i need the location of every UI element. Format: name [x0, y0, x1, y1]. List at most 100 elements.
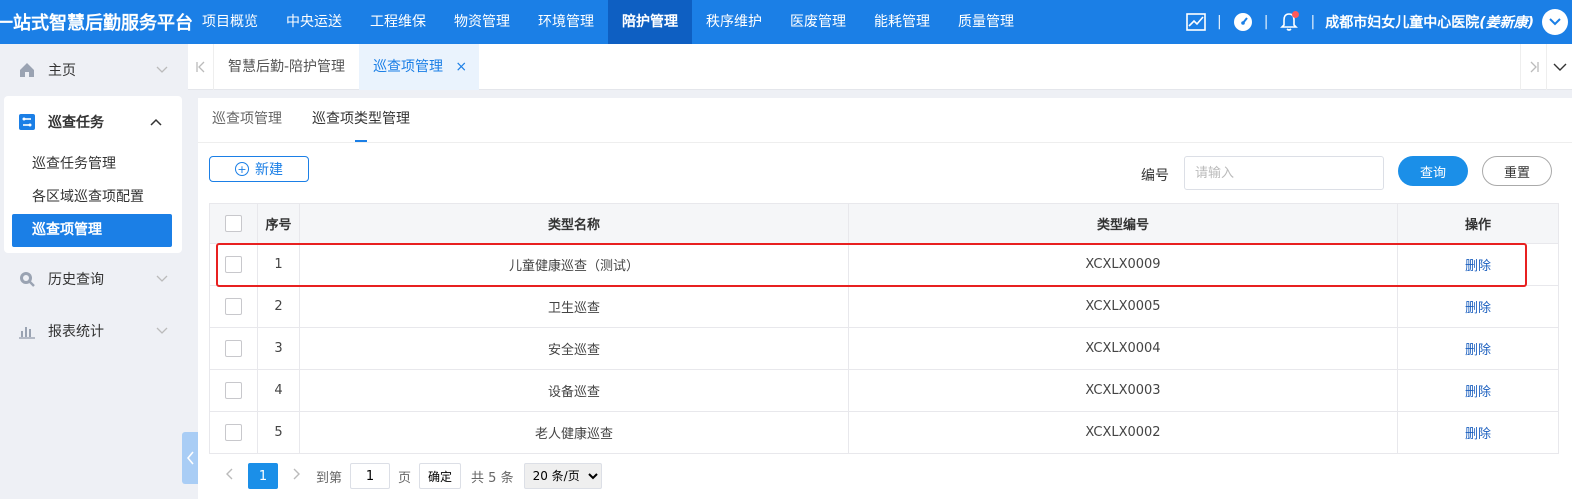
delete-link[interactable]: 删除 — [1465, 259, 1491, 274]
hospital-user-label[interactable]: 成都市妇女儿童中心医院(姜新康) — [1325, 12, 1534, 32]
sidebar-item-patrol-tasks[interactable]: 巡查任务 — [4, 96, 182, 148]
type-table: 序号 类型名称 类型编号 操作 1 儿童健康巡查（测试） XCXLX0009 删… — [209, 203, 1559, 454]
nav-item-overview[interactable]: 项目概览 — [188, 0, 272, 44]
row-type-code: XCXLX0005 — [848, 285, 1398, 328]
nav-item-environment[interactable]: 环境管理 — [524, 0, 608, 44]
row-type-name: 卫生巡查 — [299, 285, 849, 328]
dashboard-icon[interactable] — [1232, 11, 1254, 33]
goto-page-input[interactable] — [350, 463, 391, 489]
delete-link[interactable]: 删除 — [1465, 385, 1491, 400]
pagination: 1 到第 页 确定 共 5 条 20 条/页 — [220, 463, 602, 489]
row-type-code: XCXLX0003 — [848, 369, 1398, 412]
chevron-left-icon — [186, 451, 194, 465]
tab-patrol-item-management[interactable]: 巡查项管理 × — [359, 43, 480, 90]
delete-link[interactable]: 删除 — [1465, 301, 1491, 316]
code-filter-input[interactable] — [1184, 156, 1384, 190]
sidebar-item-history[interactable]: 历史查询 — [0, 253, 188, 305]
delete-link[interactable]: 删除 — [1465, 343, 1491, 358]
table-row: 4 设备巡查 XCXLX0003 删除 — [209, 369, 1559, 412]
separator: | — [1310, 14, 1316, 30]
row-checkbox[interactable] — [225, 382, 242, 399]
goto-confirm-button[interactable]: 确定 — [419, 463, 462, 489]
header-type-name: 类型名称 — [299, 203, 849, 244]
row-checkbox[interactable] — [225, 340, 242, 357]
chevron-down-icon — [156, 327, 168, 334]
sidebar-item-label: 报表统计 — [48, 324, 104, 340]
new-button-label: 新建 — [255, 162, 283, 178]
sidebar-collapse-handle[interactable] — [182, 432, 199, 484]
header-actions: 操作 — [1397, 203, 1559, 244]
sidebar-item-home[interactable]: 主页 — [0, 44, 188, 96]
row-checkbox[interactable] — [225, 424, 242, 441]
nav-item-materials[interactable]: 物资管理 — [440, 0, 524, 44]
user-menu-chevron-icon[interactable] — [1542, 9, 1568, 35]
nav-item-maintenance[interactable]: 工程维保 — [356, 0, 440, 44]
code-filter-label: 编号 — [1141, 168, 1169, 184]
page-size-select[interactable]: 20 条/页 — [523, 463, 602, 489]
chevron-up-icon — [150, 118, 162, 126]
tab-label: 巡查项管理 — [373, 58, 444, 75]
row-select-cell — [209, 369, 258, 412]
new-button[interactable]: + 新建 — [209, 156, 309, 182]
nav-item-escort[interactable]: 陪护管理 — [608, 0, 692, 44]
patrol-submenu: 巡查任务管理 各区域巡查项配置 巡查项管理 — [4, 148, 182, 247]
sidebar-item-patrol-item-management[interactable]: 巡查项管理 — [12, 214, 172, 247]
row-select-cell — [209, 243, 258, 286]
row-type-name: 儿童健康巡查（测试） — [299, 243, 849, 286]
sidebar-item-reports[interactable]: 报表统计 — [0, 305, 188, 357]
task-list-icon — [19, 114, 35, 130]
tab-menu-chevron-down-icon[interactable] — [1546, 44, 1572, 90]
chevron-down-icon — [156, 66, 168, 73]
row-select-cell — [209, 327, 258, 370]
top-bar: 一站式智慧后勤服务平台 项目概览 中央运送 工程维保 物资管理 环境管理 陪护管… — [0, 0, 1572, 44]
subtab-patrol-item-types[interactable]: 巡查项类型管理 — [312, 108, 410, 142]
row-no: 3 — [257, 327, 300, 370]
nav-item-order[interactable]: 秩序维护 — [692, 0, 776, 44]
nav-item-medical-waste[interactable]: 医废管理 — [776, 0, 860, 44]
separator: | — [1217, 14, 1222, 30]
page-number-current[interactable]: 1 — [248, 463, 278, 489]
sidebar-item-label: 历史查询 — [48, 272, 104, 288]
table-row: 3 安全巡查 XCXLX0004 删除 — [209, 327, 1559, 370]
reset-button[interactable]: 重置 — [1482, 156, 1552, 186]
next-page-icon[interactable] — [288, 468, 306, 484]
subtab-patrol-items[interactable]: 巡查项管理 — [212, 108, 282, 142]
tab-scroll-left-icon[interactable] — [188, 43, 214, 90]
home-icon — [20, 63, 34, 77]
separator: | — [1263, 14, 1269, 30]
plus-icon: + — [235, 162, 249, 176]
close-icon[interactable]: × — [455, 44, 467, 90]
tab-strip: 智慧后勤-陪护管理 巡查项管理 × — [188, 43, 1572, 90]
row-no: 2 — [257, 285, 300, 328]
header-no: 序号 — [257, 203, 300, 244]
tab-scroll-right-icon[interactable] — [1520, 44, 1546, 90]
row-checkbox[interactable] — [225, 298, 242, 315]
nav-item-energy[interactable]: 能耗管理 — [860, 0, 944, 44]
row-type-name: 设备巡查 — [299, 369, 849, 412]
query-button[interactable]: 查询 — [1398, 156, 1468, 186]
select-all-checkbox[interactable] — [225, 215, 242, 232]
brand-title[interactable]: 一站式智慧后勤服务平台 — [0, 0, 193, 44]
sidebar-item-patrol-task-management[interactable]: 巡查任务管理 — [4, 148, 182, 181]
nav-item-quality[interactable]: 质量管理 — [944, 0, 1028, 44]
row-select-cell — [209, 411, 258, 454]
chart-icon[interactable] — [1185, 11, 1207, 33]
row-no: 5 — [257, 411, 300, 454]
subtabs: 巡查项管理 巡查项类型管理 — [198, 98, 1572, 143]
top-nav: 项目概览 中央运送 工程维保 物资管理 环境管理 陪护管理 秩序维护 医废管理 … — [188, 0, 1028, 44]
sidebar: 主页 巡查任务 巡查任务管理 各区域巡查项配置 巡查项管理 历史查询 报表统计 — [0, 44, 188, 499]
row-checkbox[interactable] — [225, 256, 242, 273]
delete-link[interactable]: 删除 — [1465, 427, 1491, 442]
header-type-code: 类型编号 — [848, 203, 1398, 244]
tab-escort-management[interactable]: 智慧后勤-陪护管理 — [214, 44, 359, 90]
prev-page-icon[interactable] — [220, 468, 238, 484]
bell-icon[interactable] — [1278, 11, 1300, 33]
table-row: 5 老人健康巡查 XCXLX0002 删除 — [209, 411, 1559, 454]
user-name: (姜新康) — [1479, 15, 1534, 31]
nav-item-central-transport[interactable]: 中央运送 — [272, 0, 356, 44]
row-no: 4 — [257, 369, 300, 412]
table-row: 1 儿童健康巡查（测试） XCXLX0009 删除 — [209, 243, 1559, 286]
sidebar-item-area-patrol-config[interactable]: 各区域巡查项配置 — [4, 181, 182, 214]
hospital-name: 成都市妇女儿童中心医院 — [1325, 15, 1480, 31]
row-actions: 删除 — [1397, 285, 1559, 328]
